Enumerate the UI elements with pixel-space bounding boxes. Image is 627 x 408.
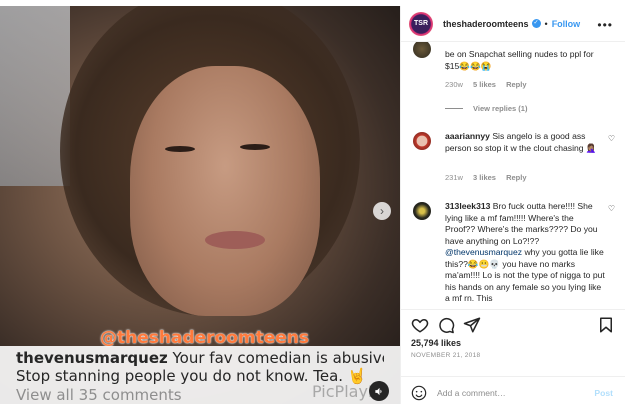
caption-username: thevenusmarquez: [16, 349, 168, 367]
replies-divider: [445, 108, 463, 109]
caption-text: Your fav comedian is abusive.: [172, 349, 384, 367]
comment-meta: 231w 3 likes Reply: [445, 173, 535, 182]
post-side-panel: TSR theshaderoomteens ✓ • Follow ••• be …: [400, 6, 625, 404]
comment-text: 313leek313 Bro fuck outta here!!!! She l…: [445, 201, 605, 305]
comment-avatar[interactable]: [413, 42, 431, 58]
comment-username[interactable]: aaariannyy: [445, 131, 490, 141]
add-comment-input[interactable]: [437, 387, 587, 398]
comment-likes[interactable]: 3 likes: [473, 173, 496, 182]
right-eye: [240, 144, 270, 150]
save-bookmark-icon[interactable]: [597, 316, 615, 334]
header-separator: •: [544, 18, 548, 29]
comment-likes[interactable]: 5 likes: [473, 80, 496, 89]
like-comment-heart-icon[interactable]: ♡: [608, 204, 615, 213]
post-header: TSR theshaderoomteens ✓ • Follow •••: [401, 6, 625, 42]
account-avatar[interactable]: TSR: [409, 11, 433, 36]
emoji-smiley-icon[interactable]: [411, 385, 427, 401]
view-replies-button[interactable]: View replies (1): [445, 104, 527, 113]
more-options-icon[interactable]: •••: [597, 18, 613, 32]
left-eye: [165, 146, 195, 152]
instagram-post-modal: @theshaderoomteens thevenusmarquez Your …: [0, 0, 627, 404]
comment-time: 230w: [445, 80, 463, 89]
comment-bubble-icon[interactable]: [437, 316, 455, 334]
follow-button[interactable]: Follow: [552, 19, 581, 29]
verified-badge-icon: ✓: [531, 19, 541, 28]
view-replies-label: View replies (1): [473, 104, 528, 113]
like-comment-heart-icon[interactable]: ♡: [608, 134, 615, 143]
comment-avatar[interactable]: [413, 202, 431, 220]
comment-text: aaariannyy Sis angelo is a good ass pers…: [445, 131, 605, 154]
comment-avatar[interactable]: [413, 132, 431, 150]
next-media-button[interactable]: ›: [373, 202, 391, 220]
avatar-text: TSR: [414, 20, 428, 27]
add-comment-row: Post: [401, 376, 625, 408]
comment-username[interactable]: 313leek313: [445, 201, 490, 211]
post-comment-button[interactable]: Post: [594, 388, 613, 398]
comment-mention-link[interactable]: @thevenusmarquez: [445, 247, 522, 257]
share-paper-plane-icon[interactable]: [463, 316, 481, 334]
comment-meta: 230w 5 likes Reply: [445, 80, 535, 89]
caption-line-1: thevenusmarquez Your fav comedian is abu…: [16, 349, 384, 367]
reply-button[interactable]: Reply: [506, 80, 526, 89]
comments-list[interactable]: be on Snapchat selling nudes to ppl for …: [401, 42, 625, 309]
watermark: @theshaderoomteens: [100, 328, 310, 348]
reply-button[interactable]: Reply: [506, 173, 526, 182]
post-video[interactable]: @theshaderoomteens thevenusmarquez Your …: [0, 6, 400, 404]
post-date: NOVEMBER 21, 2018: [411, 352, 481, 359]
comment-text: be on Snapchat selling nudes to ppl for …: [445, 49, 594, 71]
face-shape: [130, 66, 320, 316]
likes-count[interactable]: 25,794 likes: [411, 338, 461, 348]
account-username[interactable]: theshaderoomteens: [443, 19, 529, 29]
action-icons-row: [411, 316, 615, 334]
speaker-icon: [374, 387, 382, 395]
lips: [205, 231, 265, 249]
mute-toggle-button[interactable]: [369, 381, 389, 401]
post-actions-section: 25,794 likes NOVEMBER 21, 2018 Post: [401, 309, 625, 404]
chevron-right-icon: ›: [380, 204, 384, 218]
comment-time: 231w: [445, 173, 463, 182]
like-heart-icon[interactable]: [411, 316, 429, 334]
